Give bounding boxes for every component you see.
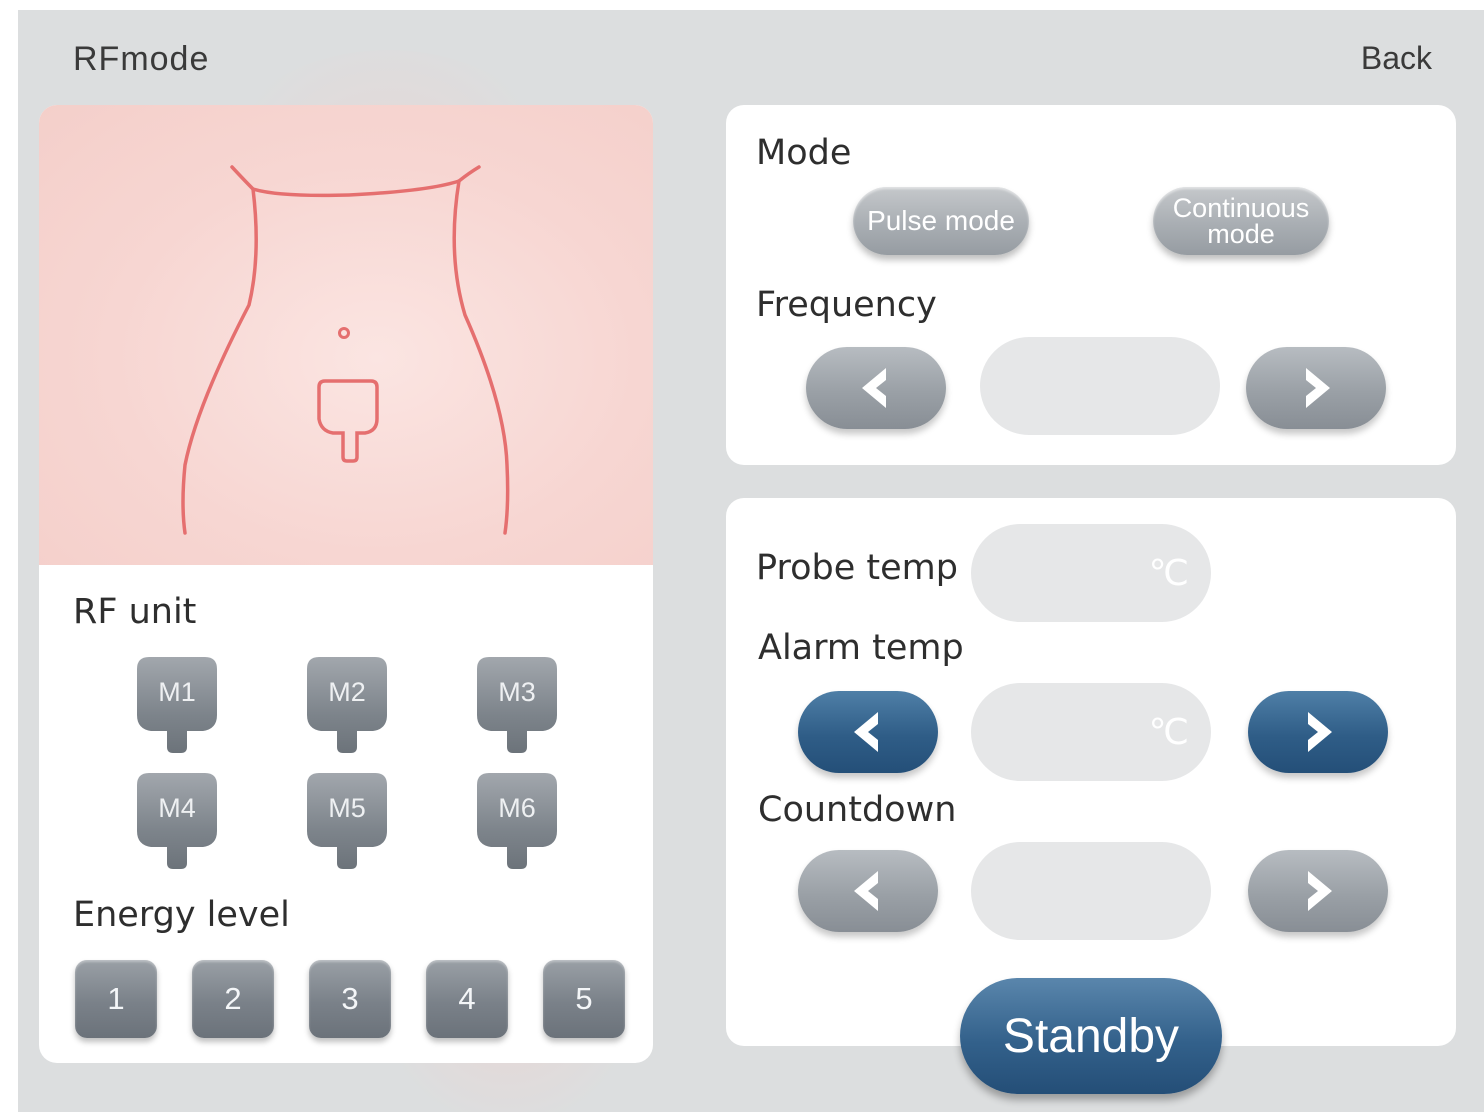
unit-m1-button[interactable]: M1 xyxy=(135,655,219,755)
probe-temp-field: ℃ xyxy=(971,524,1211,622)
alarm-temp-decrease-button[interactable] xyxy=(798,691,938,773)
unit-m5-button[interactable]: M5 xyxy=(305,771,389,871)
unit-m6-button[interactable]: M6 xyxy=(475,771,559,871)
pulse-mode-button[interactable]: Pulse mode xyxy=(853,187,1029,255)
frequency-value-field[interactable] xyxy=(980,337,1220,435)
standby-button[interactable]: Standby xyxy=(960,978,1222,1094)
alarm-temp-field[interactable]: ℃ xyxy=(971,683,1211,781)
unit-m3-button[interactable]: M3 xyxy=(475,655,559,755)
countdown-decrease-button[interactable] xyxy=(798,850,938,932)
mode-label: Mode xyxy=(756,133,852,173)
screen: RFmode Back RF unit M1 M2 M3 M4 M5 M6 En… xyxy=(18,10,1484,1112)
body-map xyxy=(39,105,653,565)
torso-outline-illustration xyxy=(181,165,510,535)
unit-label: M4 xyxy=(158,793,196,823)
countdown-field[interactable] xyxy=(971,842,1211,940)
chevron-right-icon xyxy=(1308,712,1332,752)
energy-level-1-button[interactable]: 1 xyxy=(75,960,157,1038)
countdown-increase-button[interactable] xyxy=(1248,850,1388,932)
unit-label: M3 xyxy=(498,677,536,707)
probe-temp-label: Probe temp xyxy=(756,548,958,588)
chevron-right-icon xyxy=(1308,871,1332,911)
energy-level-3-button[interactable]: 3 xyxy=(309,960,391,1038)
celsius-unit: ℃ xyxy=(1148,711,1189,752)
temperature-panel: Probe temp ℃ Alarm temp ℃ Countdown xyxy=(726,498,1456,1046)
chevron-left-icon xyxy=(862,368,886,408)
unit-label: M6 xyxy=(498,793,536,823)
energy-level-label: Energy level xyxy=(73,895,290,935)
energy-level-2-button[interactable]: 2 xyxy=(192,960,274,1038)
unit-label: M1 xyxy=(158,677,196,707)
rf-unit-panel: RF unit M1 M2 M3 M4 M5 M6 Energy level 1… xyxy=(39,105,653,1063)
rf-unit-label: RF unit xyxy=(73,592,197,632)
frequency-label: Frequency xyxy=(756,285,937,325)
alarm-temp-label: Alarm temp xyxy=(758,628,964,668)
unit-m4-button[interactable]: M4 xyxy=(135,771,219,871)
unit-label: M2 xyxy=(328,677,366,707)
continuous-mode-button[interactable]: Continuous mode xyxy=(1153,187,1329,255)
mode-panel: Mode Pulse mode Continuous mode Frequenc… xyxy=(726,105,1456,465)
energy-level-5-button[interactable]: 5 xyxy=(543,960,625,1038)
chevron-right-icon xyxy=(1306,368,1330,408)
frequency-increase-button[interactable] xyxy=(1246,347,1386,429)
unit-m2-button[interactable]: M2 xyxy=(305,655,389,755)
chevron-left-icon xyxy=(854,712,878,752)
unit-label: M5 xyxy=(328,793,366,823)
probe-outline-icon xyxy=(317,379,379,463)
chevron-left-icon xyxy=(854,871,878,911)
back-button[interactable]: Back xyxy=(1361,40,1432,77)
alarm-temp-increase-button[interactable] xyxy=(1248,691,1388,773)
celsius-unit: ℃ xyxy=(1148,552,1189,593)
frequency-decrease-button[interactable] xyxy=(806,347,946,429)
energy-level-4-button[interactable]: 4 xyxy=(426,960,508,1038)
countdown-label: Countdown xyxy=(758,790,957,830)
page-title: RFmode xyxy=(73,40,210,78)
